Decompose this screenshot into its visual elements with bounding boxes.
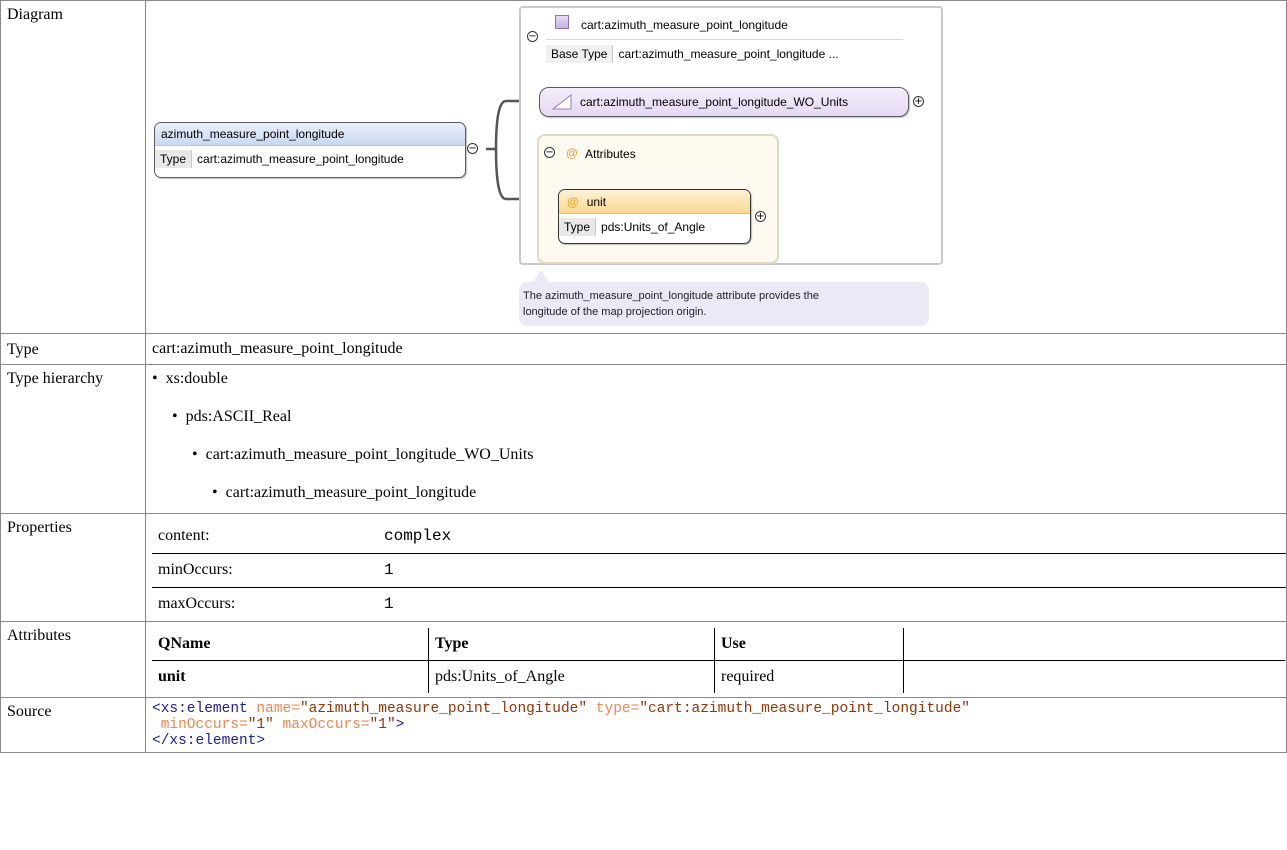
base-type-row: Base Type cart:azimuth_measure_point_long… xyxy=(546,45,844,63)
attributes-collapse-icon[interactable]: − xyxy=(544,147,555,158)
property-value: 1 xyxy=(378,553,1287,588)
attributes-row: Attributes QName Type Use unit pds:Units… xyxy=(0,621,1287,698)
element-type-row: Type cart:azimuth_measure_point_longitude xyxy=(155,146,465,168)
source-row: Source <xs:element name="azimuth_measure… xyxy=(0,697,1287,753)
type-hierarchy-label: Type hierarchy xyxy=(0,364,146,514)
attribute-type-value: pds:Units_of_Angle xyxy=(601,220,706,234)
hierarchy-item-text: pds:ASCII_Real xyxy=(185,408,292,425)
property-value: complex xyxy=(378,520,1287,554)
attribute-qname: unit xyxy=(152,660,429,693)
source-attr-name: type= xyxy=(595,701,640,717)
source-code: <xs:element name="azimuth_measure_point_… xyxy=(146,698,1286,752)
header-extra xyxy=(903,628,1285,661)
type-hierarchy-list: • xs:double • pds:ASCII_Real • cart:azim… xyxy=(146,365,1286,513)
base-type-key: Base Type xyxy=(546,45,614,63)
element-name: azimuth_measure_point_longitude xyxy=(155,123,465,146)
source-attr-value: "cart:azimuth_measure_point_longitude" xyxy=(639,701,970,717)
hierarchy-item-text: cart:azimuth_measure_point_longitude xyxy=(225,484,477,501)
type-cell: cart:azimuth_measure_point_longitude xyxy=(145,333,1287,365)
element-type-value: cart:azimuth_measure_point_longitude xyxy=(197,152,404,166)
source-attr-name: maxOccurs= xyxy=(282,717,370,733)
header-use: Use xyxy=(714,628,904,661)
attribute-type-row: Type pds:Units_of_Angle xyxy=(559,214,750,236)
source-open-tag: <xs:element xyxy=(152,701,248,717)
complex-type-name: cart:azimuth_measure_point_longitude xyxy=(581,18,788,32)
simple-type-name: cart:azimuth_measure_point_longitude_WO_… xyxy=(580,95,849,109)
attributes-label: Attributes xyxy=(0,621,146,698)
property-row: maxOccurs: 1 xyxy=(152,588,1287,622)
hierarchy-item: • cart:azimuth_measure_point_longitude xyxy=(212,484,477,501)
source-attr-name: minOccurs= xyxy=(160,717,248,733)
properties-table: content: complex minOccurs: 1 maxOccurs:… xyxy=(152,520,1287,621)
annotation-line-1: The azimuth_measure_point_longitude attr… xyxy=(523,290,819,302)
source-attr-value: "1" xyxy=(369,717,396,733)
element-collapse-icon[interactable]: − xyxy=(467,143,478,154)
element-type-key: Type xyxy=(155,150,193,168)
source-attr-value: "azimuth_measure_point_longitude" xyxy=(299,701,588,717)
attribute-type: pds:Units_of_Angle xyxy=(428,660,715,693)
property-row: content: complex xyxy=(152,520,1287,554)
properties-cell: content: complex minOccurs: 1 maxOccurs:… xyxy=(145,513,1287,622)
simple-type-icon xyxy=(552,94,572,110)
type-label: Type xyxy=(0,333,146,365)
attribute-name: unit xyxy=(586,195,607,209)
attribute-row: unit pds:Units_of_Angle required xyxy=(152,660,1286,694)
type-row: Type cart:azimuth_measure_point_longitud… xyxy=(0,333,1287,365)
type-hierarchy-cell: • xs:double • pds:ASCII_Real • cart:azim… xyxy=(145,364,1287,514)
documentation-table: Diagram azimuth_measure_point_longitude … xyxy=(0,0,1287,753)
attributes-cell: QName Type Use unit pds:Units_of_Angle r… xyxy=(145,621,1287,698)
attributes-header-row: QName Type Use xyxy=(152,628,1285,661)
header-type: Type xyxy=(428,628,715,661)
property-key: maxOccurs: xyxy=(158,595,236,612)
diagram-cell: azimuth_measure_point_longitude Type cart… xyxy=(145,0,1287,334)
attribute-use: required xyxy=(714,660,904,693)
complex-type-collapse-icon[interactable]: − xyxy=(527,31,538,42)
properties-row: Properties content: complex minOccurs: 1… xyxy=(0,513,1287,622)
element-box[interactable]: azimuth_measure_point_longitude Type cart… xyxy=(154,122,466,178)
source-cell: <xs:element name="azimuth_measure_point_… xyxy=(145,697,1287,753)
schema-diagram: azimuth_measure_point_longitude Type cart… xyxy=(146,1,1286,333)
attributes-group-title: Attributes xyxy=(585,147,636,161)
properties-label: Properties xyxy=(0,513,146,622)
type-hierarchy-row: Type hierarchy • xs:double • pds:ASCII_R… xyxy=(0,364,1287,514)
base-type-value: cart:azimuth_measure_point_longitude ... xyxy=(618,47,839,61)
source-attr-value: "1" xyxy=(247,717,274,733)
type-value: cart:azimuth_measure_point_longitude xyxy=(152,340,403,357)
source-label: Source xyxy=(0,697,146,753)
complex-type-divider xyxy=(546,39,903,40)
property-key: minOccurs: xyxy=(152,553,378,588)
attribute-type-key: Type xyxy=(559,218,597,236)
source-close-tag: </xs:element> xyxy=(152,733,266,749)
simple-type-expand-icon[interactable]: + xyxy=(913,96,924,107)
diagram-label: Diagram xyxy=(0,0,146,334)
attribute-extra xyxy=(904,661,1286,694)
source-open-end: > xyxy=(395,717,405,733)
attribute-at-icon: @ xyxy=(567,195,579,209)
hierarchy-item-text: xs:double xyxy=(165,370,228,387)
hierarchy-item: • xs:double xyxy=(152,370,228,387)
attributes-at-icon: @ xyxy=(566,146,578,160)
attribute-box[interactable]: @ unit Type pds:Units_of_Angle xyxy=(558,189,751,244)
hierarchy-item: • cart:azimuth_measure_point_longitude_W… xyxy=(192,446,534,463)
attribute-header: @ unit xyxy=(559,190,750,214)
property-value: 1 xyxy=(384,595,394,613)
hierarchy-item-text: cart:azimuth_measure_point_longitude_WO_… xyxy=(205,446,534,463)
complex-type-icon xyxy=(555,15,569,29)
property-key: content: xyxy=(152,520,378,554)
hierarchy-item: • pds:ASCII_Real xyxy=(172,408,292,425)
annotation-note: The azimuth_measure_point_longitude attr… xyxy=(519,282,929,326)
property-row: minOccurs: 1 xyxy=(152,553,1287,588)
attributes-table: QName Type Use unit pds:Units_of_Angle r… xyxy=(152,628,1285,693)
diagram-row: Diagram azimuth_measure_point_longitude … xyxy=(0,0,1287,334)
source-attr-name: name= xyxy=(256,701,300,717)
simple-type-box[interactable]: cart:azimuth_measure_point_longitude_WO_… xyxy=(539,87,909,117)
header-qname: QName xyxy=(152,628,429,661)
attribute-expand-icon[interactable]: + xyxy=(755,211,766,222)
annotation-line-2: longitude of the map projection origin. xyxy=(523,306,707,318)
